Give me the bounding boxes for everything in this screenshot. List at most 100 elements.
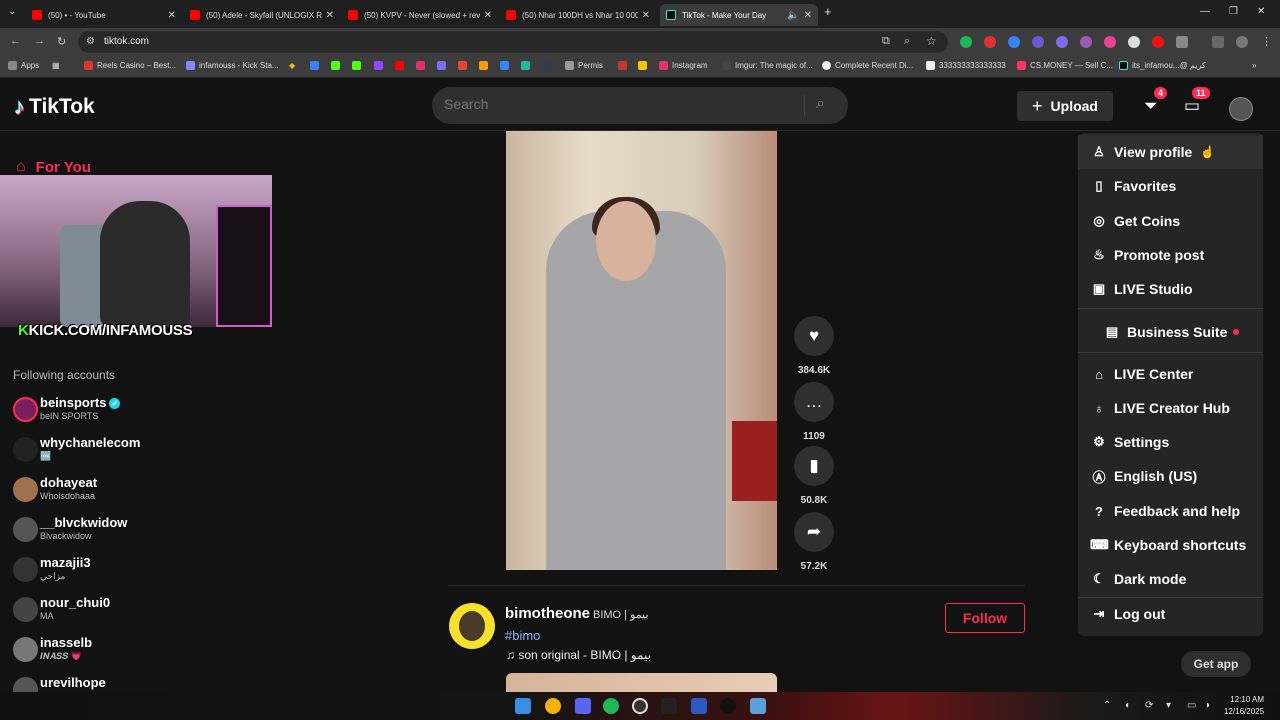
headset-icon[interactable]: ◖ bbox=[1124, 700, 1130, 711]
menu-item-get-coins[interactable]: ◎ Get Coins bbox=[1078, 204, 1263, 238]
sidebar-item-for-you[interactable]: ⌂ For You bbox=[16, 158, 91, 176]
close-icon[interactable]: ✕ bbox=[484, 10, 492, 21]
menu-item-settings[interactable]: ⚙ Settings bbox=[1078, 425, 1263, 459]
app-icon[interactable] bbox=[691, 698, 707, 714]
extension-icon[interactable] bbox=[1008, 36, 1020, 48]
post-hashtag[interactable]: #bimo bbox=[505, 628, 540, 643]
share-icon[interactable]: ➦ bbox=[794, 512, 834, 552]
bookmark-icon-sm[interactable] bbox=[618, 61, 631, 70]
upload-button[interactable]: + Upload bbox=[1017, 91, 1113, 121]
close-icon[interactable]: ✕ bbox=[642, 10, 650, 21]
chart-bars-icon[interactable] bbox=[638, 61, 651, 70]
extension-icon[interactable] bbox=[1080, 36, 1092, 48]
search-input[interactable] bbox=[444, 96, 794, 112]
bookmark-apps[interactable]: Apps bbox=[8, 61, 39, 70]
bookmark-github[interactable]: Complete Recent Di... bbox=[822, 61, 913, 70]
tiktok-logo[interactable]: ♪ TikTok bbox=[14, 94, 95, 120]
bookmark-icon[interactable]: ▮ bbox=[794, 446, 834, 486]
grid-icon[interactable]: ▦ bbox=[52, 61, 60, 70]
tab-youtube-3[interactable]: (50) KVPV - Never (slowed + rev ✕ bbox=[342, 4, 498, 26]
network-icon[interactable]: ▭ bbox=[1187, 700, 1196, 711]
get-app-button[interactable]: Get app bbox=[1181, 651, 1251, 677]
bookmarks-overflow-icon[interactable]: » bbox=[1252, 61, 1256, 70]
bookmark-imgur[interactable]: Imgur: The magic of... bbox=[722, 61, 813, 70]
search-bar[interactable]: ⌕ bbox=[432, 87, 848, 124]
menu-item-live-studio[interactable]: ▣ LIVE Studio bbox=[1078, 272, 1263, 306]
following-account[interactable]: __blvckwidow Blvackwidow bbox=[13, 515, 213, 549]
bookmark-kick[interactable]: infamouss - Kick Sta... bbox=[186, 61, 279, 70]
microphone-icon[interactable]: ▾ bbox=[1166, 700, 1171, 711]
menu-item-favorites[interactable]: ▯ Favorites bbox=[1078, 169, 1263, 203]
search-icon[interactable]: ⌕ bbox=[816, 95, 825, 113]
back-icon[interactable]: ← bbox=[10, 35, 21, 47]
window-close-icon[interactable]: ✕ bbox=[1257, 6, 1265, 17]
follow-button[interactable]: Follow bbox=[945, 603, 1025, 633]
cast-icon[interactable]: ⧉ bbox=[882, 35, 890, 48]
close-icon[interactable]: ✕ bbox=[804, 10, 812, 21]
following-account[interactable]: mazajii3 مزاجي bbox=[13, 555, 213, 589]
obs-icon[interactable] bbox=[632, 698, 648, 714]
menu-item-live-center[interactable]: ⌂ LIVE Center bbox=[1078, 357, 1263, 391]
kick-icon[interactable] bbox=[331, 61, 344, 70]
tray-overflow-icon[interactable]: ⌃ bbox=[1103, 700, 1111, 711]
bookmark-reels-casino[interactable]: Reels Casino – Best... bbox=[84, 61, 176, 70]
tab-youtube-2[interactable]: (50) Adele - Skyfall (UNLOGIX Re ✕ bbox=[184, 4, 340, 26]
close-icon[interactable]: ✕ bbox=[168, 10, 176, 21]
youtube-icon[interactable] bbox=[395, 61, 408, 70]
discord-icon[interactable] bbox=[575, 698, 591, 714]
taskbar-clock[interactable]: 12:10 AM 12/16/2025 bbox=[1224, 694, 1264, 718]
volume-icon[interactable]: ◗ bbox=[1205, 700, 1211, 711]
bookmark-folder-permis[interactable]: Permis bbox=[565, 61, 603, 70]
url-text[interactable]: tiktok.com bbox=[104, 36, 149, 47]
site-info-icon[interactable]: ⚙ bbox=[86, 36, 95, 47]
bookmark-x[interactable]: 333333333333333 bbox=[926, 61, 1006, 70]
sync-icon[interactable]: ⟳ bbox=[1145, 700, 1153, 711]
bookmark-icon-sm[interactable] bbox=[500, 61, 513, 70]
menu-item-business-suite[interactable]: ▤ Business Suite bbox=[1078, 315, 1263, 349]
messages-icon[interactable]: ▭ bbox=[1184, 96, 1200, 116]
following-account[interactable]: urevilhope bbox=[13, 675, 213, 692]
following-account[interactable]: beinsports ✓ beIN SPORTS bbox=[13, 395, 213, 429]
bookmark-icon-sm[interactable] bbox=[521, 61, 534, 70]
post-author-avatar[interactable] bbox=[449, 603, 495, 649]
binance-icon[interactable]: ◆ bbox=[289, 61, 295, 70]
tab-tiktok[interactable]: TikTok - Make Your Day 🔈 ✕ bbox=[660, 4, 818, 26]
reading-list-icon[interactable] bbox=[1212, 36, 1224, 48]
speaker-icon[interactable]: 🔈 bbox=[787, 10, 799, 21]
close-icon[interactable]: ✕ bbox=[326, 10, 334, 21]
bookmark-icon-sm[interactable] bbox=[310, 61, 323, 70]
profile-avatar[interactable] bbox=[1229, 97, 1253, 121]
extension-icon[interactable] bbox=[960, 36, 972, 48]
app-icon[interactable] bbox=[720, 698, 736, 714]
minimize-icon[interactable]: — bbox=[1200, 6, 1210, 17]
bookmark-icon-sm[interactable] bbox=[437, 61, 450, 70]
inbox-filter-icon[interactable]: ⏷ bbox=[1144, 96, 1158, 116]
save-action[interactable]: ▮ 50.8K bbox=[794, 446, 834, 506]
bookmark-tiktok-profile[interactable]: its_infamou...@ كريم bbox=[1119, 61, 1206, 70]
menu-item-language[interactable]: Ⓐ English (US) bbox=[1078, 459, 1263, 493]
puzzle-icon[interactable] bbox=[1176, 36, 1188, 48]
following-account[interactable]: dohayeat Whoisdohaaa bbox=[13, 475, 213, 509]
app-icon[interactable] bbox=[750, 698, 766, 714]
reload-icon[interactable]: ↻ bbox=[57, 35, 66, 48]
tab-search-icon[interactable]: ⌄ bbox=[8, 6, 16, 17]
menu-item-log-out[interactable]: ⇥ Log out bbox=[1078, 597, 1263, 631]
tab-youtube-4[interactable]: (50) Nhar 100DH vs Nhar 10 000 ✕ bbox=[500, 4, 656, 26]
following-account[interactable]: whychanelecom 🆒 bbox=[13, 435, 213, 469]
extension-icon[interactable] bbox=[1128, 36, 1140, 48]
extension-icon[interactable] bbox=[1032, 36, 1044, 48]
menu-item-promote-post[interactable]: ♨ Promote post bbox=[1078, 238, 1263, 272]
chrome-menu-icon[interactable]: ⋮ bbox=[1261, 35, 1272, 48]
following-account[interactable]: inasselb 𝑰𝑵𝑨𝑺𝑺 💗 bbox=[13, 635, 213, 669]
comment-action[interactable]: … 1109 bbox=[794, 382, 834, 442]
omnibox[interactable]: ⚙ tiktok.com ⧉ ⌕ ☆ bbox=[78, 31, 948, 53]
extension-icon[interactable] bbox=[984, 36, 996, 48]
bookmark-csmoney[interactable]: CS.MONEY — Sell C... bbox=[1017, 61, 1113, 70]
heart-icon[interactable]: ♥ bbox=[794, 316, 834, 356]
gmail-icon[interactable] bbox=[458, 61, 471, 70]
menu-item-view-profile[interactable]: ♙ View profile ☝ bbox=[1078, 135, 1263, 169]
instagram-icon[interactable] bbox=[416, 61, 429, 70]
share-action[interactable]: ➦ 57.2K bbox=[794, 512, 834, 572]
maximize-icon[interactable]: ❐ bbox=[1229, 6, 1238, 17]
post-music[interactable]: ♫ son original - BIMO | بيمو bbox=[506, 648, 651, 662]
